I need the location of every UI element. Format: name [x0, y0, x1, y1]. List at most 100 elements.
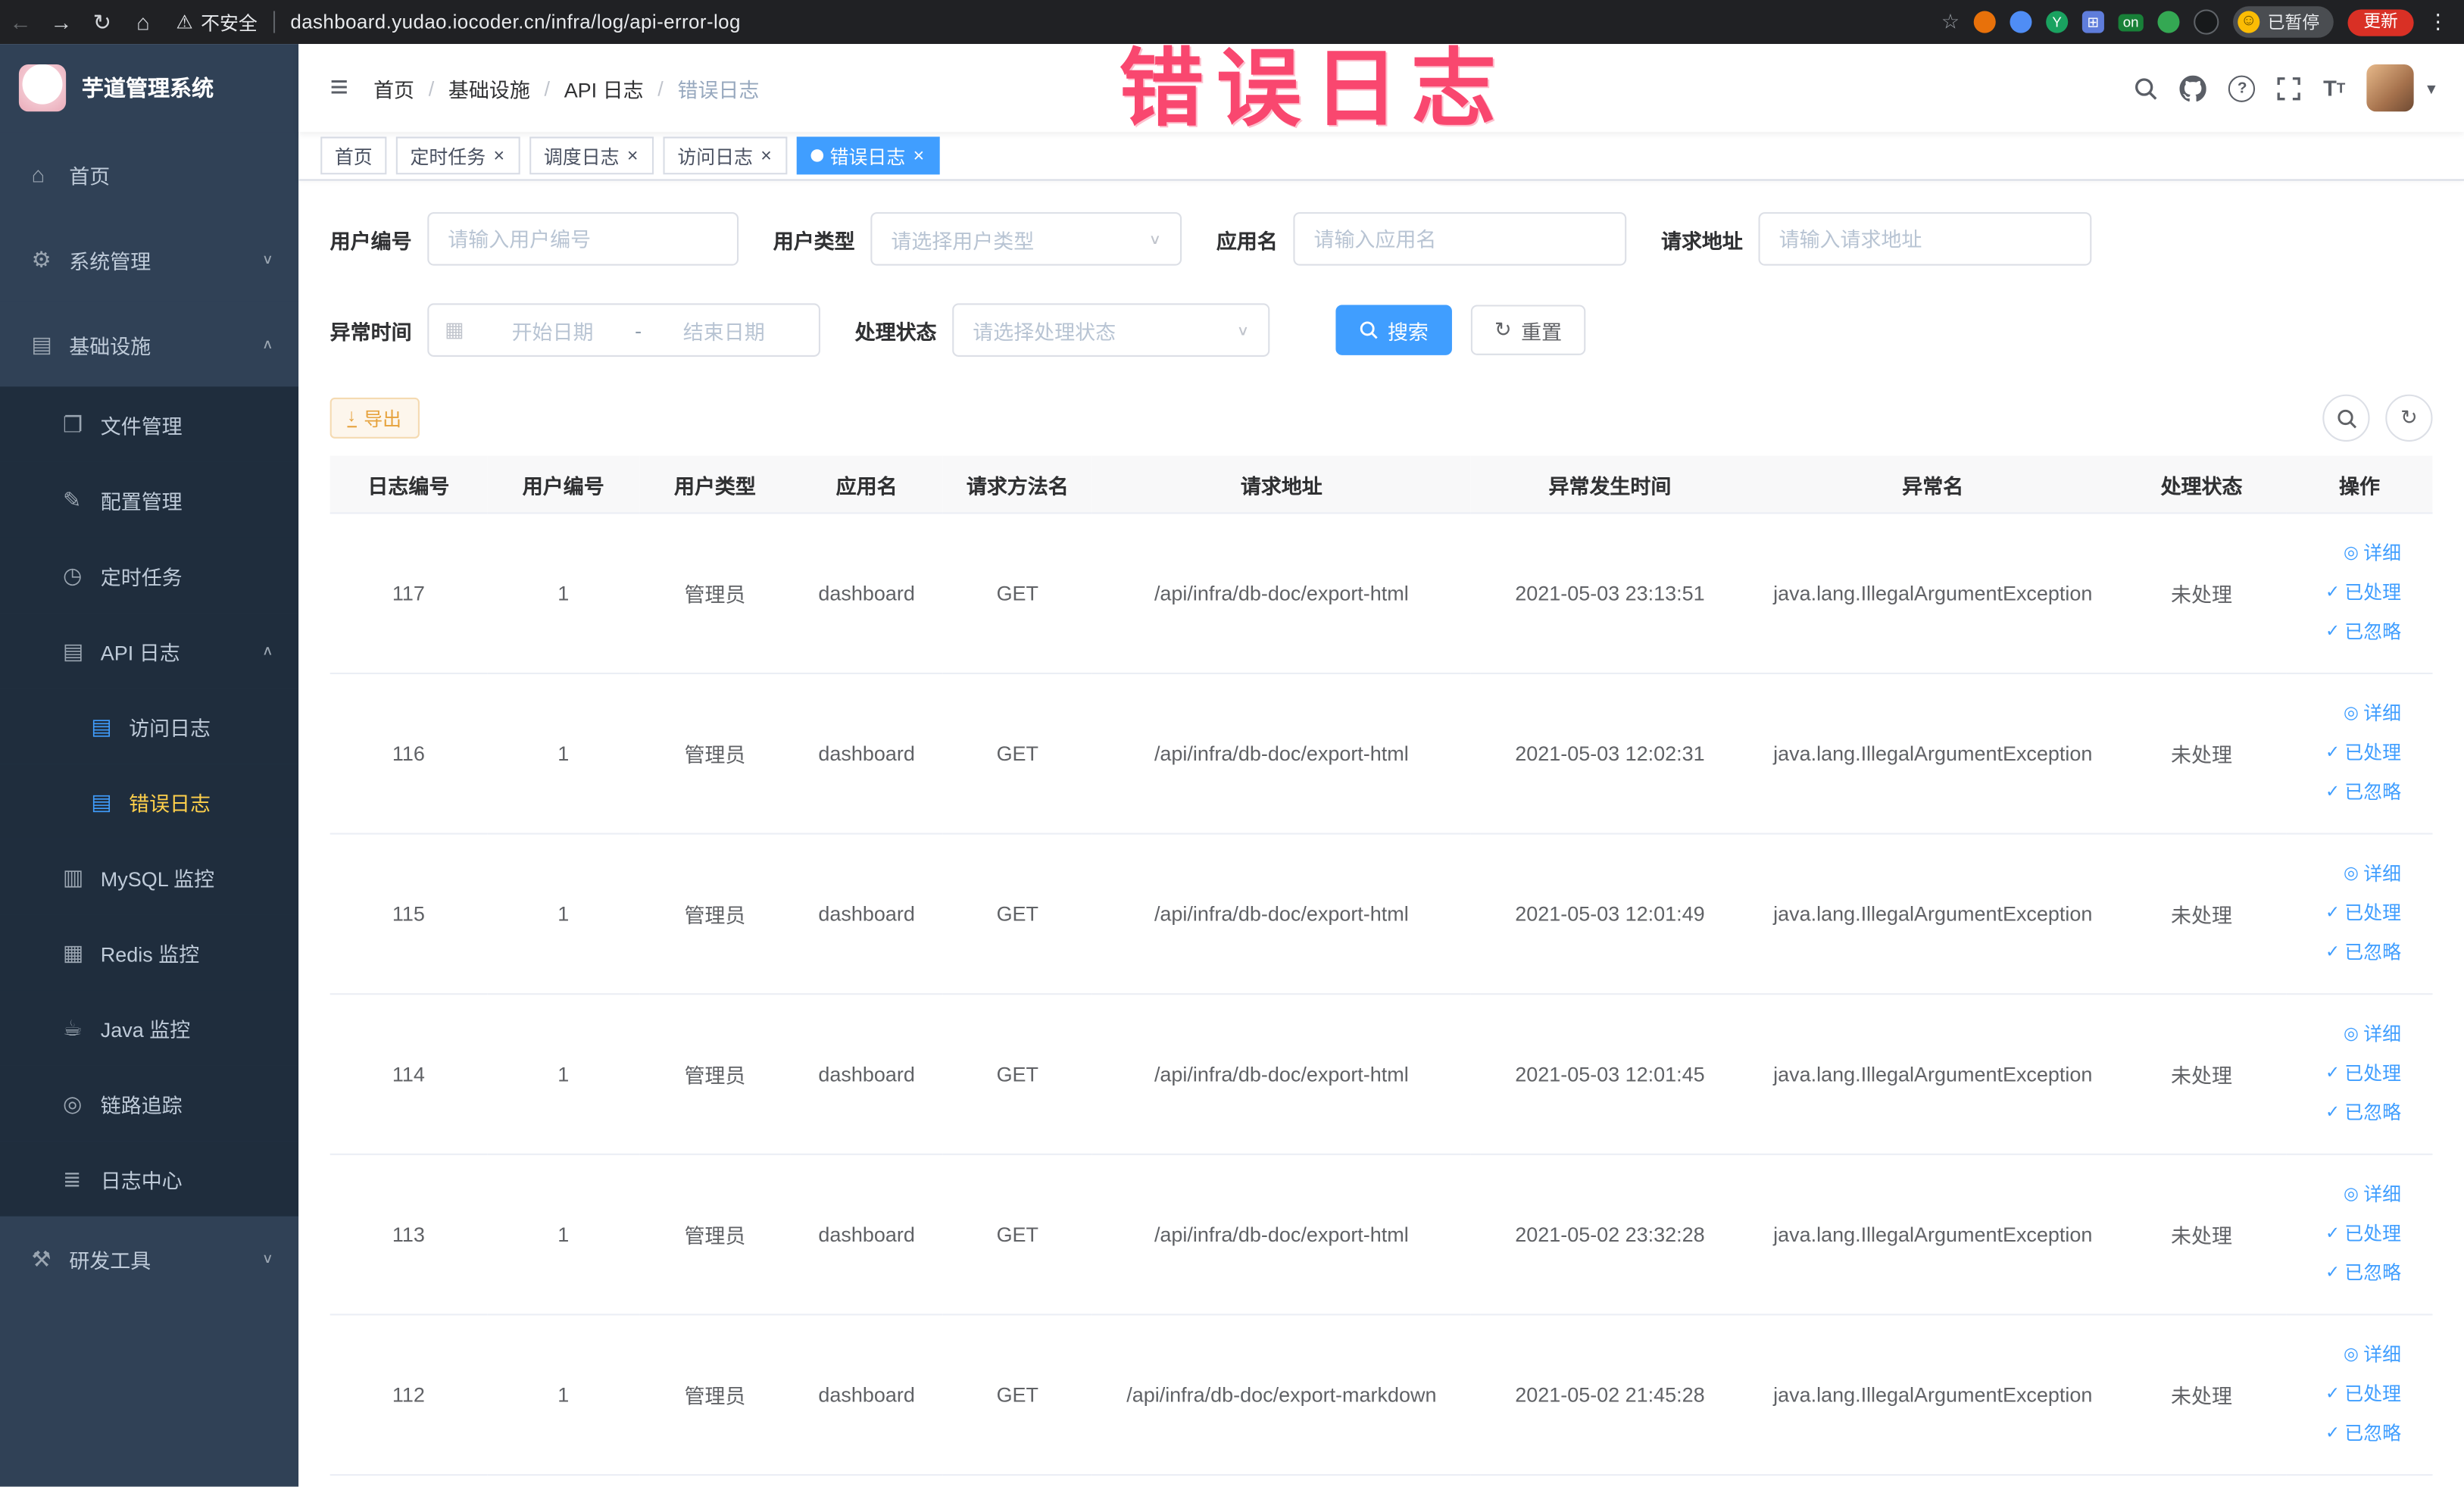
- close-icon[interactable]: ×: [492, 146, 506, 165]
- sidebar-item-redis-monitor[interactable]: ▦ Redis 监控: [0, 914, 299, 991]
- home-icon: ⌂: [31, 161, 45, 187]
- extension-icon-paw[interactable]: [2194, 9, 2219, 35]
- action-detail-link[interactable]: ◎ 详细: [2296, 855, 2401, 895]
- profile-paused-badge[interactable]: ☺ 已暂停: [2233, 6, 2334, 38]
- browser-menu-icon[interactable]: ⋮: [2428, 9, 2448, 34]
- column-header: 请求方法名: [942, 455, 1092, 514]
- sidebar-item-dev-tools[interactable]: ⚒ 研发工具 ∨: [0, 1216, 299, 1301]
- refresh-button[interactable]: ↻: [2385, 394, 2433, 442]
- user-type-select[interactable]: 请选择用户类型 ∨: [870, 212, 1182, 266]
- action-processed-link[interactable]: ✓ 已处理: [2296, 1215, 2401, 1254]
- action-detail-link[interactable]: ◎ 详细: [2296, 695, 2401, 734]
- search-button[interactable]: 搜索: [1335, 305, 1453, 355]
- fullscreen-icon[interactable]: [2278, 77, 2301, 100]
- select-placeholder: 请选择处理状态: [973, 320, 1116, 344]
- breadcrumb-item[interactable]: 首页: [373, 73, 414, 102]
- table-row: 115 1 管理员 dashboard GET/api/infra/db-doc/exp…: [329, 833, 2433, 995]
- tab-access-log[interactable]: 访问日志 ×: [663, 136, 788, 175]
- reload-button[interactable]: ↻: [82, 8, 123, 35]
- extension-icon-orange[interactable]: [1973, 11, 1996, 33]
- request-url-input[interactable]: [1758, 212, 2092, 266]
- sidebar-item-access-log[interactable]: ▤ 访问日志: [0, 688, 299, 764]
- action-processed-link[interactable]: ✓ 已处理: [2296, 1054, 2401, 1094]
- extension-icon-leaf[interactable]: [2157, 11, 2180, 33]
- sidebar-item-system-management[interactable]: ⚙ 系统管理 ∨: [0, 217, 299, 302]
- sidebar-item-error-log[interactable]: ▤ 错误日志: [0, 764, 299, 839]
- chevron-down-icon[interactable]: ▾: [2427, 78, 2435, 98]
- action-detail-link[interactable]: ◎ 详细: [2296, 1335, 2401, 1375]
- sidebar-item-infrastructure[interactable]: ▤ 基础设施 ∧: [0, 301, 299, 387]
- action-processed-link[interactable]: ✓ 已处理: [2296, 734, 2401, 773]
- process-status-select[interactable]: 请选择处理状态 ∨: [952, 303, 1270, 357]
- close-icon[interactable]: ×: [912, 146, 926, 165]
- sidebar-item-link-trace[interactable]: ◎ 链路追踪: [0, 1065, 299, 1142]
- sidebar-item-file-management[interactable]: ❐ 文件管理: [0, 386, 299, 462]
- sidebar-item-java-monitor[interactable]: ☕ Java 监控: [0, 990, 299, 1066]
- avatar[interactable]: [2367, 64, 2415, 112]
- font-size-icon[interactable]: TT: [2323, 76, 2345, 101]
- export-button[interactable]: ↓ 导出: [329, 397, 419, 439]
- sidebar-item-log-center[interactable]: ≣ 日志中心: [0, 1141, 299, 1217]
- update-button[interactable]: 更新: [2347, 8, 2414, 36]
- github-icon[interactable]: [2180, 74, 2207, 102]
- cell-app: dashboard: [790, 994, 943, 1155]
- cell-exception: java.lang.IllegalArgumentException: [1749, 1154, 2117, 1316]
- action-processed-link[interactable]: ✓ 已处理: [2296, 1375, 2401, 1414]
- help-icon[interactable]: ?: [2228, 74, 2256, 102]
- action-detail-link[interactable]: ◎ 详细: [2296, 1176, 2401, 1215]
- tab-label: 首页: [334, 145, 373, 167]
- tab-error-log[interactable]: 错误日志 ×: [797, 136, 940, 175]
- gear-icon: ⚙: [31, 245, 52, 271]
- action-ignored-link[interactable]: ✓ 已忽略: [2296, 933, 2401, 973]
- tab-job-log[interactable]: 调度日志 ×: [529, 136, 654, 175]
- action-label: 详细: [2363, 542, 2402, 564]
- sidebar-item-mysql-monitor[interactable]: ▥ MySQL 监控: [0, 839, 299, 915]
- extension-on-badge[interactable]: on: [2118, 13, 2144, 31]
- user-id-input[interactable]: [427, 212, 739, 266]
- extension-icon-green[interactable]: Y: [2046, 11, 2069, 33]
- date-range-picker[interactable]: ▦ 开始日期 - 结束日期: [427, 303, 820, 357]
- action-ignored-link[interactable]: ✓ 已忽略: [2296, 1414, 2401, 1454]
- app-name-input[interactable]: [1293, 212, 1627, 266]
- browser-home-button[interactable]: ⌂: [123, 9, 164, 34]
- toggle-search-button[interactable]: [2322, 394, 2370, 442]
- action-processed-link[interactable]: ✓ 已处理: [2296, 573, 2401, 613]
- hamburger-icon[interactable]: ≡: [330, 70, 348, 106]
- search-icon[interactable]: [2135, 77, 2158, 100]
- tab-home[interactable]: 首页: [320, 136, 387, 175]
- cell-method: GET: [942, 673, 1092, 835]
- action-ignored-link[interactable]: ✓ 已忽略: [2296, 1254, 2401, 1294]
- tab-scheduled-jobs[interactable]: 定时任务 ×: [395, 136, 520, 175]
- sidebar-item-config-management[interactable]: ✎ 配置管理: [0, 461, 299, 538]
- forward-button[interactable]: →: [41, 9, 82, 34]
- reset-button-label: 重置: [1521, 320, 1563, 344]
- breadcrumb-item: 错误日志: [677, 77, 760, 102]
- action-detail-link[interactable]: ◎ 详细: [2296, 534, 2401, 573]
- action-detail-link[interactable]: ◎ 详细: [2296, 1015, 2401, 1054]
- action-label: 详细: [2363, 702, 2402, 725]
- action-processed-link[interactable]: ✓ 已处理: [2296, 894, 2401, 933]
- close-icon[interactable]: ×: [759, 146, 773, 165]
- extension-icon-grid[interactable]: ⊞: [2081, 11, 2104, 33]
- back-button[interactable]: ←: [0, 9, 41, 34]
- chevron-down-icon: ∨: [261, 251, 273, 267]
- action-ignored-link[interactable]: ✓ 已忽略: [2296, 613, 2401, 652]
- breadcrumb-item[interactable]: API 日志: [564, 73, 644, 102]
- action-ignored-link[interactable]: ✓ 已忽略: [2296, 1094, 2401, 1133]
- check-icon: ✓: [2325, 903, 2341, 923]
- view-icon: ◎: [2344, 1185, 2359, 1204]
- extension-icon-blue-drop[interactable]: [2010, 11, 2032, 33]
- address-bar[interactable]: ⚠ 不安全 dashboard.yudao.iocoder.cn/infra/l…: [176, 8, 741, 35]
- sidebar-item-home[interactable]: ⌂ 首页: [0, 132, 299, 217]
- logo[interactable]: 芋道管理系统: [0, 44, 298, 132]
- reset-button[interactable]: ↻ 重置: [1470, 305, 1586, 355]
- sidebar-item-api-log[interactable]: ▤ API 日志 ∧: [0, 613, 299, 689]
- active-tab-dot: [810, 149, 824, 162]
- sidebar-item-scheduled-jobs[interactable]: ◷ 定时任务: [0, 537, 299, 614]
- cell-actions: ◎ 详细 ✓ 已处理 ✓ 已忽略: [2286, 513, 2433, 675]
- address-divider: [273, 11, 275, 33]
- breadcrumb-item[interactable]: 基础设施: [448, 73, 530, 102]
- action-ignored-link[interactable]: ✓ 已忽略: [2296, 773, 2401, 813]
- close-icon[interactable]: ×: [626, 146, 640, 165]
- bookmark-star-icon[interactable]: ☆: [1941, 9, 1960, 34]
